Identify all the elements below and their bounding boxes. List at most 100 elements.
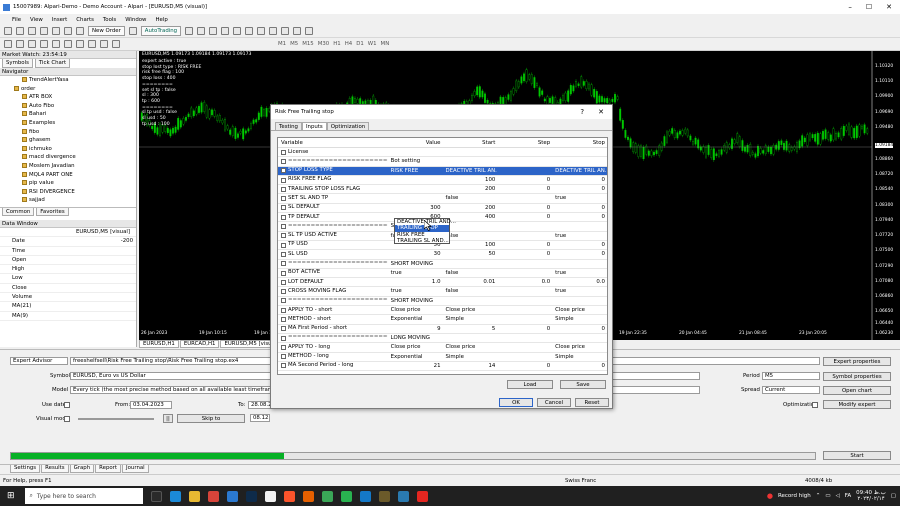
nav-item[interactable]: ghasem bbox=[14, 136, 136, 145]
optimize-checkbox[interactable] bbox=[281, 214, 286, 220]
nav-item[interactable]: Bahari bbox=[14, 110, 136, 119]
skip-date-input[interactable]: 08.12.2023 bbox=[250, 414, 270, 422]
param-value[interactable] bbox=[388, 176, 443, 184]
param-step[interactable] bbox=[497, 167, 552, 175]
nav-item[interactable]: fibo bbox=[14, 128, 136, 137]
close-icon[interactable]: ✕ bbox=[886, 3, 892, 11]
vertical-line-icon[interactable] bbox=[28, 40, 36, 48]
candle-chart-icon[interactable] bbox=[197, 27, 206, 35]
param-stop[interactable]: 0 bbox=[552, 241, 607, 249]
tab-common[interactable]: Common bbox=[2, 208, 35, 216]
spread-select[interactable]: Current bbox=[762, 386, 820, 394]
timeframe-mn[interactable]: MN bbox=[381, 41, 390, 47]
param-stop[interactable] bbox=[552, 157, 607, 165]
table-row[interactable]: License bbox=[278, 148, 607, 158]
optimize-checkbox[interactable] bbox=[281, 233, 286, 239]
bar-chart-icon[interactable] bbox=[185, 27, 194, 35]
navigator-icon[interactable] bbox=[52, 27, 60, 35]
table-row[interactable]: CROSS MOVING FLAG true false true bbox=[278, 287, 607, 297]
timeframe-m15[interactable]: M15 bbox=[302, 41, 314, 47]
param-stop[interactable]: 0.0 bbox=[552, 278, 607, 286]
tab-report[interactable]: Report bbox=[95, 465, 122, 473]
nav-item[interactable]: RSI DIVERGENCE bbox=[14, 188, 136, 197]
param-step[interactable]: 0 bbox=[497, 362, 552, 370]
menu-insert[interactable]: Insert bbox=[52, 17, 67, 23]
volume-icon[interactable]: ◁ bbox=[836, 493, 840, 499]
tab-testing[interactable]: Testing bbox=[275, 122, 302, 130]
optimize-checkbox[interactable] bbox=[281, 242, 286, 248]
param-stop[interactable]: 0 bbox=[552, 213, 607, 221]
param-start[interactable]: false bbox=[443, 232, 498, 240]
timeframe-m1[interactable]: M1 bbox=[278, 41, 286, 47]
param-value[interactable]: 1.0 bbox=[388, 278, 443, 286]
param-stop[interactable]: Simple bbox=[552, 353, 607, 361]
reset-button[interactable]: Reset bbox=[575, 398, 609, 407]
table-row[interactable]: METHOD - short Exponential Simple Simple bbox=[278, 315, 607, 325]
line-chart-icon[interactable] bbox=[209, 27, 218, 35]
zoom-out-icon[interactable] bbox=[233, 27, 242, 35]
param-stop[interactable]: DEACTIVE TRIL AN... bbox=[552, 167, 607, 175]
param-start[interactable] bbox=[443, 297, 498, 305]
visual-mode-checkbox[interactable] bbox=[64, 416, 70, 422]
optimize-checkbox[interactable] bbox=[281, 177, 286, 183]
param-step[interactable]: 0 bbox=[497, 176, 552, 184]
from-date-input[interactable]: 03.04.2023 bbox=[130, 401, 172, 409]
tab-favorites[interactable]: Favorites bbox=[36, 208, 69, 216]
nav-item[interactable]: macd divergence bbox=[14, 153, 136, 162]
optimize-checkbox[interactable] bbox=[281, 205, 286, 211]
table-row[interactable]: APPLY TO - short Close price Close price Cl… bbox=[278, 306, 607, 316]
param-step[interactable] bbox=[497, 353, 552, 361]
optimize-checkbox[interactable] bbox=[281, 158, 286, 164]
text-icon[interactable] bbox=[88, 40, 96, 48]
param-value[interactable]: LONG MOVING bbox=[388, 334, 443, 342]
param-start[interactable]: false bbox=[443, 194, 498, 202]
param-step[interactable] bbox=[497, 287, 552, 295]
autotrading-button[interactable]: AutoTrading bbox=[140, 26, 182, 36]
param-stop[interactable]: 0 bbox=[552, 250, 607, 258]
stop-loss-type-dropdown[interactable]: DEACTIVE TRIL AND... TRAILING STOP RISK … bbox=[394, 218, 456, 244]
tab-settings[interactable]: Settings bbox=[10, 465, 41, 473]
tile-icon[interactable] bbox=[245, 27, 254, 35]
metatrader-icon[interactable] bbox=[378, 490, 390, 502]
horizontal-line-icon[interactable] bbox=[40, 40, 48, 48]
symbol-properties-button[interactable]: Symbol properties bbox=[823, 372, 891, 381]
param-stop[interactable] bbox=[552, 260, 607, 268]
timeframe-h4[interactable]: H4 bbox=[345, 41, 352, 47]
language-indicator[interactable]: FA bbox=[845, 493, 851, 499]
help-icon[interactable]: ? bbox=[580, 108, 584, 116]
cursor-icon[interactable] bbox=[4, 40, 12, 48]
param-step[interactable] bbox=[497, 194, 552, 202]
param-value[interactable]: 30 bbox=[388, 250, 443, 258]
tester-type-select[interactable]: Expert Advisor bbox=[10, 357, 68, 365]
optimize-checkbox[interactable] bbox=[281, 344, 286, 350]
param-stop[interactable]: 0 bbox=[552, 362, 607, 370]
param-value[interactable] bbox=[388, 148, 443, 156]
param-start[interactable]: Close price bbox=[443, 343, 498, 351]
param-step[interactable] bbox=[497, 222, 552, 230]
table-row[interactable]: SL DEFAULT 300 200 0 0 bbox=[278, 204, 607, 214]
optimize-checkbox[interactable] bbox=[281, 316, 286, 322]
param-start[interactable]: Simple bbox=[443, 353, 498, 361]
param-step[interactable] bbox=[497, 260, 552, 268]
vscode-icon[interactable] bbox=[226, 490, 238, 502]
param-value[interactable]: SHORT MOVING bbox=[388, 297, 443, 305]
param-stop[interactable]: Close price bbox=[552, 343, 607, 351]
param-stop[interactable]: Close price bbox=[552, 306, 607, 314]
metaeditor-icon[interactable] bbox=[128, 27, 137, 35]
param-step[interactable] bbox=[497, 157, 552, 165]
zoom-in-icon[interactable] bbox=[221, 27, 230, 35]
table-row[interactable]: STOP LOSS TYPE RISK FREE DEACTIVE TRIL AN.… bbox=[278, 166, 607, 176]
pause-button[interactable]: || bbox=[163, 414, 173, 423]
timeframe-m5[interactable]: M5 bbox=[290, 41, 298, 47]
param-value[interactable]: SHORT MOVING bbox=[388, 260, 443, 268]
tab-optimization[interactable]: Optimization bbox=[326, 122, 370, 130]
param-start[interactable]: 0.01 bbox=[443, 278, 498, 286]
optimize-checkbox[interactable] bbox=[281, 149, 286, 155]
table-row[interactable]: MA Second Period - long 21 14 0 0 bbox=[278, 362, 607, 372]
param-value[interactable] bbox=[388, 185, 443, 193]
expert-properties-button[interactable]: Expert properties bbox=[823, 357, 891, 366]
table-row[interactable]: ==========================SHORT MOVING bbox=[278, 260, 607, 269]
brave-icon[interactable] bbox=[283, 490, 295, 502]
optimize-checkbox[interactable] bbox=[281, 224, 286, 230]
table-row[interactable]: SET SL AND TP false true bbox=[278, 194, 607, 204]
